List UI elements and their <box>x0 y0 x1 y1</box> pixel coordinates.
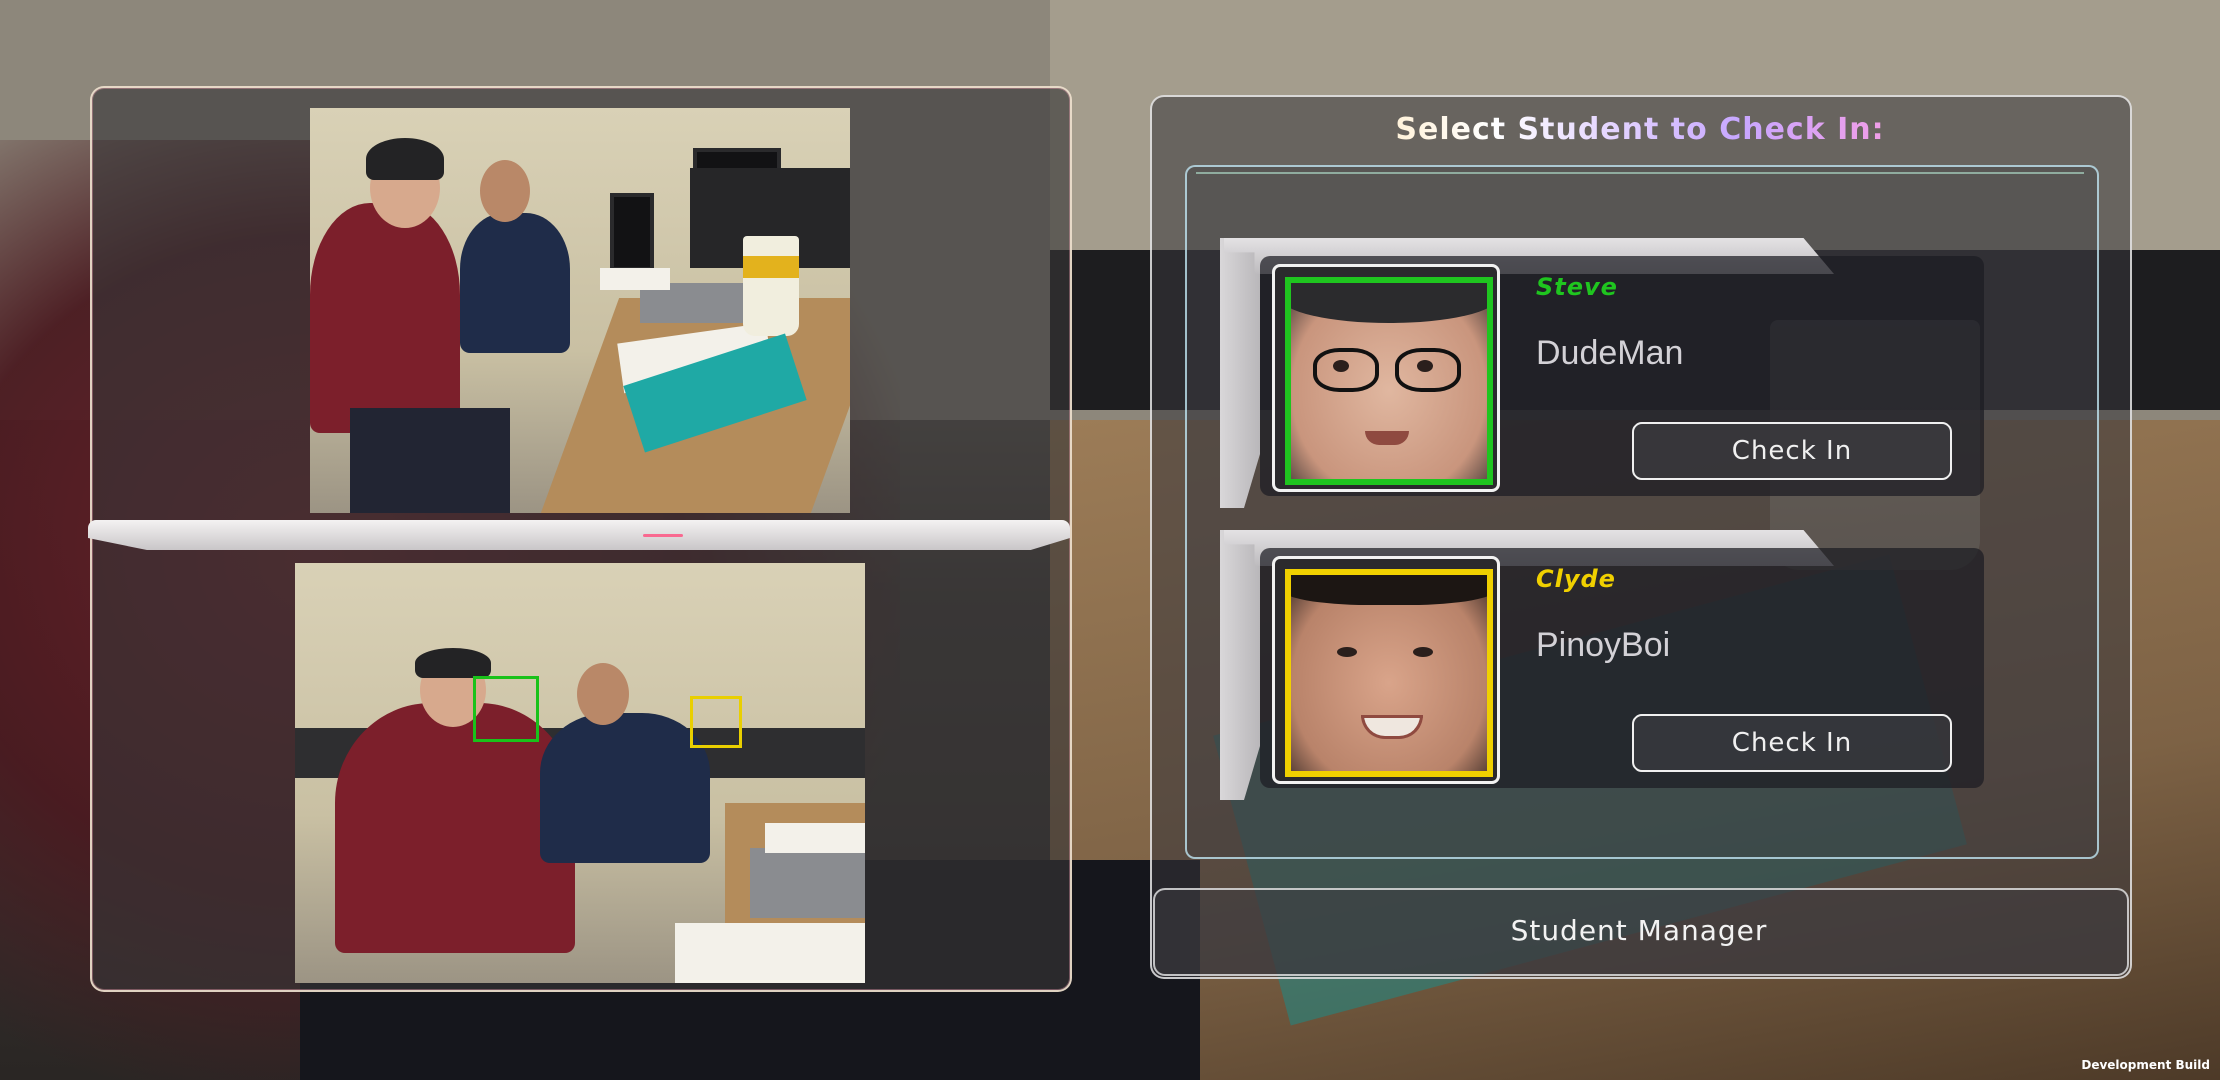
person-steve <box>335 703 575 953</box>
build-label: Development Build <box>2081 1058 2210 1072</box>
person-steve <box>310 203 460 433</box>
monitor <box>610 193 654 271</box>
student-name: Steve <box>1536 273 1618 301</box>
laptop <box>750 848 865 918</box>
person-clyde <box>460 213 570 353</box>
person-clyde <box>540 713 710 863</box>
student-photo-frame <box>1272 556 1500 784</box>
student-photo-frame <box>1272 264 1500 492</box>
capture-photo-detected <box>295 563 865 983</box>
check-in-button-steve[interactable]: Check In <box>1632 422 1952 480</box>
face-detection-box-clyde <box>690 696 742 748</box>
student-nickname: PinoyBoi <box>1536 626 1671 664</box>
panel-separator <box>88 520 1070 550</box>
capture-photo-original <box>310 108 850 513</box>
student-nickname: DudeMan <box>1536 334 1684 372</box>
panel-title: Select Student to Check In: <box>1150 112 2130 147</box>
face-detection-box-steve <box>473 676 539 742</box>
student-card-clyde: Clyde PinoyBoi Check In <box>1220 530 1984 800</box>
face-thumbnail-clyde <box>1285 569 1493 777</box>
student-card-steve: Steve DudeMan Check In <box>1220 238 1984 508</box>
check-in-button-clyde[interactable]: Check In <box>1632 714 1952 772</box>
face-thumbnail-steve <box>1285 277 1493 485</box>
student-manager-label[interactable]: Student Manager <box>1153 914 2125 947</box>
student-name: Clyde <box>1536 565 1616 593</box>
cup <box>743 236 799 336</box>
